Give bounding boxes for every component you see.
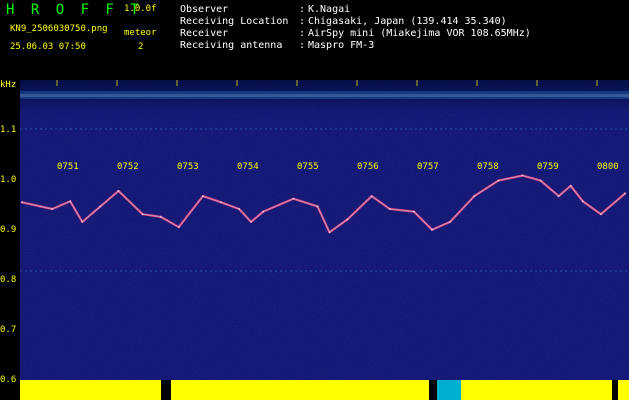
time-axis: 0751 0752 0753 0754 0755 0756 0757 0758 … (20, 162, 629, 174)
trace-point (238, 208, 241, 210)
trace-point (581, 200, 584, 203)
spectrogram-plot: 0751 0752 0753 0754 0755 0756 0757 0758 … (20, 80, 629, 400)
y-tick-1-0: 1.0 (0, 175, 17, 185)
antenna-row: Receiving antenna : Maspro FM-3 (180, 40, 620, 52)
strip-gap-black-3 (612, 380, 618, 400)
trace-point (69, 200, 72, 203)
metadata: Observer : K.Nagai Receiving Location : … (180, 4, 620, 52)
location-value: Chigasaki, Japan (139.414 35.340) (308, 16, 507, 27)
location-separator: : (298, 16, 306, 27)
trace-point (117, 190, 120, 192)
receiver-label: Receiver (180, 28, 229, 39)
trace-point (449, 221, 451, 223)
trace-point (316, 205, 319, 208)
strip-gap-black-2 (429, 380, 437, 400)
trace-point (388, 208, 391, 210)
trace-point (177, 226, 180, 229)
receiver-value: AirSpy mini (Miakejima VOR 108.65MHz) (308, 28, 531, 39)
trace-point (202, 195, 204, 197)
trace-point (370, 195, 373, 197)
x-tick-0751: 0751 (57, 162, 79, 172)
x-tick-0753: 0753 (177, 162, 199, 172)
antenna-label: Receiving antenna (180, 40, 283, 51)
strip-gap-cyan (437, 380, 461, 400)
y-tick-0-9: 0.9 (0, 225, 17, 235)
strip-gap-black-1 (161, 380, 171, 400)
trace-point (328, 231, 331, 234)
y-axis-unit: kHz (0, 80, 17, 90)
trace-point (413, 210, 415, 213)
mode-label: meteor (124, 28, 157, 38)
trace-point (569, 184, 572, 187)
trace-point (220, 201, 222, 204)
y-tick-0-7: 0.7 (0, 325, 17, 335)
receiver-row: Receiver : AirSpy mini (Miakejima VOR 10… (180, 28, 620, 40)
app-version: 1.0.0f (124, 4, 157, 14)
x-tick-0755: 0755 (297, 162, 319, 172)
x-tick-0752: 0752 (117, 162, 139, 172)
trace-point (557, 195, 560, 197)
signal-strip (20, 380, 629, 400)
trace-point (99, 205, 102, 208)
trace-point (141, 213, 144, 216)
observer-separator: : (298, 4, 306, 15)
trace-point (21, 201, 23, 204)
y-tick-1-1: 1.1 (0, 125, 17, 135)
trace-point (81, 221, 84, 223)
trace-point (497, 179, 500, 182)
x-tick-0754: 0754 (237, 162, 259, 172)
location-row: Receiving Location : Chigasaki, Japan (1… (180, 16, 620, 28)
trace-point (159, 215, 162, 218)
trace-point (250, 221, 253, 223)
datetime-label: 25.06.03 07:50 (10, 42, 86, 52)
noise-overlay (20, 80, 629, 400)
app-title: H R O F F T (6, 2, 143, 18)
top-band-highlight (20, 94, 629, 97)
trace-point (431, 228, 433, 231)
trace-point (521, 174, 524, 177)
x-tick-0800: 0800 (597, 162, 619, 172)
observer-row: Observer : K.Nagai (180, 4, 620, 16)
x-tick-0756: 0756 (357, 162, 379, 172)
trace-point (473, 195, 476, 197)
trace-point (600, 213, 602, 216)
y-tick-0-6: 0.6 (0, 375, 17, 385)
file-name: KN9_2506030750.png (10, 24, 108, 34)
x-tick-0757: 0757 (417, 162, 439, 172)
receiver-separator: : (298, 28, 306, 39)
x-tick-0759: 0759 (537, 162, 559, 172)
count-label: 2 (138, 42, 144, 52)
observer-label: Observer (180, 4, 229, 15)
trace-point (262, 210, 265, 213)
antenna-separator: : (298, 40, 306, 51)
trace-point (624, 192, 626, 195)
y-axis: kHz 1.1 1.0 0.9 0.8 0.7 0.6 (0, 80, 20, 400)
header-panel: H R O F F T 1.0.0f KN9_2506030750.png me… (0, 0, 629, 80)
location-label: Receiving Location (180, 16, 289, 27)
observer-value: K.Nagai (308, 4, 351, 15)
plot-svg (20, 80, 629, 400)
trace-point (539, 179, 542, 182)
y-tick-0-8: 0.8 (0, 275, 17, 285)
trace-point (346, 218, 349, 221)
trace-point (292, 197, 295, 200)
x-tick-0758: 0758 (477, 162, 499, 172)
antenna-value: Maspro FM-3 (308, 40, 375, 51)
trace-point (51, 208, 54, 210)
